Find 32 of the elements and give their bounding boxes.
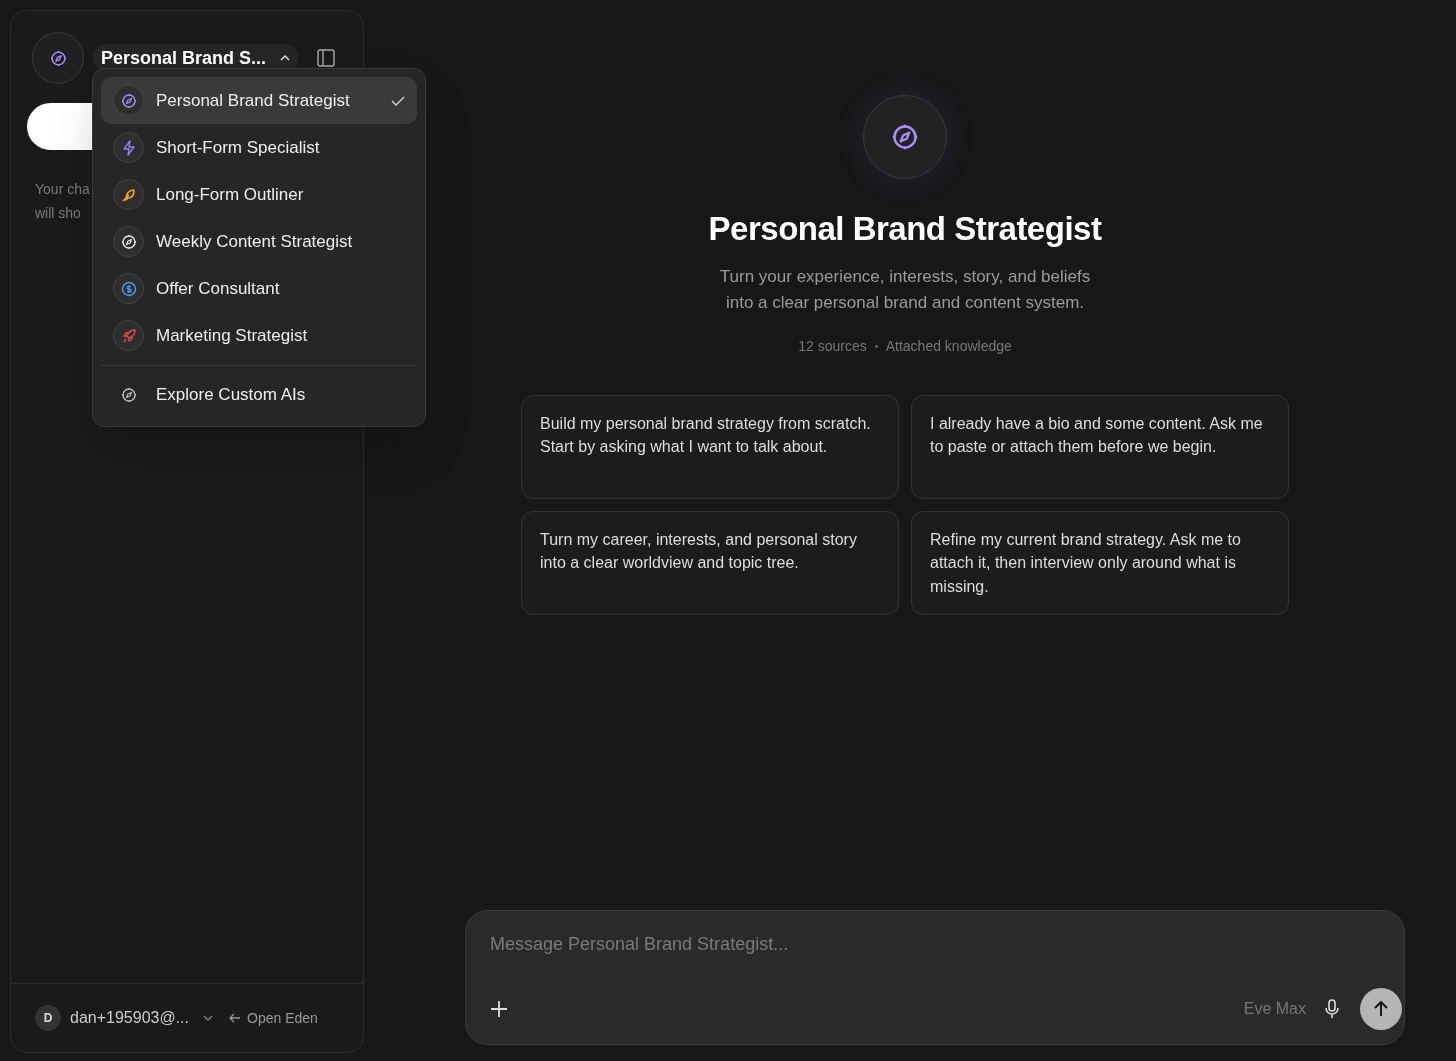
assistant-menu-item[interactable]: Short-Form Specialist xyxy=(101,124,417,171)
chevron-down-icon[interactable] xyxy=(203,1015,213,1021)
explore-custom-ais-item[interactable]: Explore Custom AIs xyxy=(101,372,417,418)
sources-count: 12 sources xyxy=(798,336,867,356)
arrow-left-icon xyxy=(229,1013,241,1023)
microphone-icon[interactable] xyxy=(1324,999,1340,1019)
account-email[interactable]: dan+195903@... xyxy=(70,1006,189,1030)
assistant-description: Turn your experience, interests, story, and beliefs into a clear personal brand and content system. xyxy=(719,265,1091,314)
assistant-menu-item[interactable]: Personal Brand Strategist xyxy=(101,77,417,124)
suggestion-card[interactable]: Refine my current brand strategy. Ask me to attach it, then interview only around what is missing. xyxy=(911,510,1289,615)
empty-history-text: will sho xyxy=(35,204,81,223)
send-button[interactable] xyxy=(1360,988,1402,1030)
empty-history-text: Your cha xyxy=(35,180,90,199)
open-eden-link[interactable]: Open Eden xyxy=(229,1007,318,1029)
message-input[interactable]: Message Personal Brand Strategist... xyxy=(490,931,1380,958)
user-avatar: D xyxy=(35,1005,61,1031)
arrow-up-icon xyxy=(1374,1001,1388,1017)
suggestion-card[interactable]: Turn my career, interests, and personal story into a clear worldview and topic tree. xyxy=(521,510,899,615)
plus-icon[interactable] xyxy=(490,1000,508,1018)
assistant-menu-item[interactable]: Marketing Strategist xyxy=(101,312,417,359)
compass-icon xyxy=(891,123,919,151)
assistant-menu-item[interactable]: Long-Form Outliner xyxy=(101,171,417,218)
suggestion-card[interactable]: I already have a bio and some content. Ask me to paste or attach them before we begin. xyxy=(911,394,1289,499)
assistant-title: Personal Brand Strategist xyxy=(708,209,1102,249)
attached-knowledge-label: Attached knowledge xyxy=(885,336,1012,356)
sidebar-toggle-icon[interactable] xyxy=(317,49,335,67)
compass-icon xyxy=(49,49,67,67)
assistant-menu-item[interactable]: Offer Consultant xyxy=(101,265,417,312)
assistant-menu-item[interactable]: Weekly Content Strategist xyxy=(101,218,417,265)
checkmark-icon xyxy=(391,95,405,106)
suggestion-card[interactable]: Build my personal brand strategy from scratch. Start by asking what I want to talk about. xyxy=(521,394,899,499)
compass-icon xyxy=(120,387,137,403)
